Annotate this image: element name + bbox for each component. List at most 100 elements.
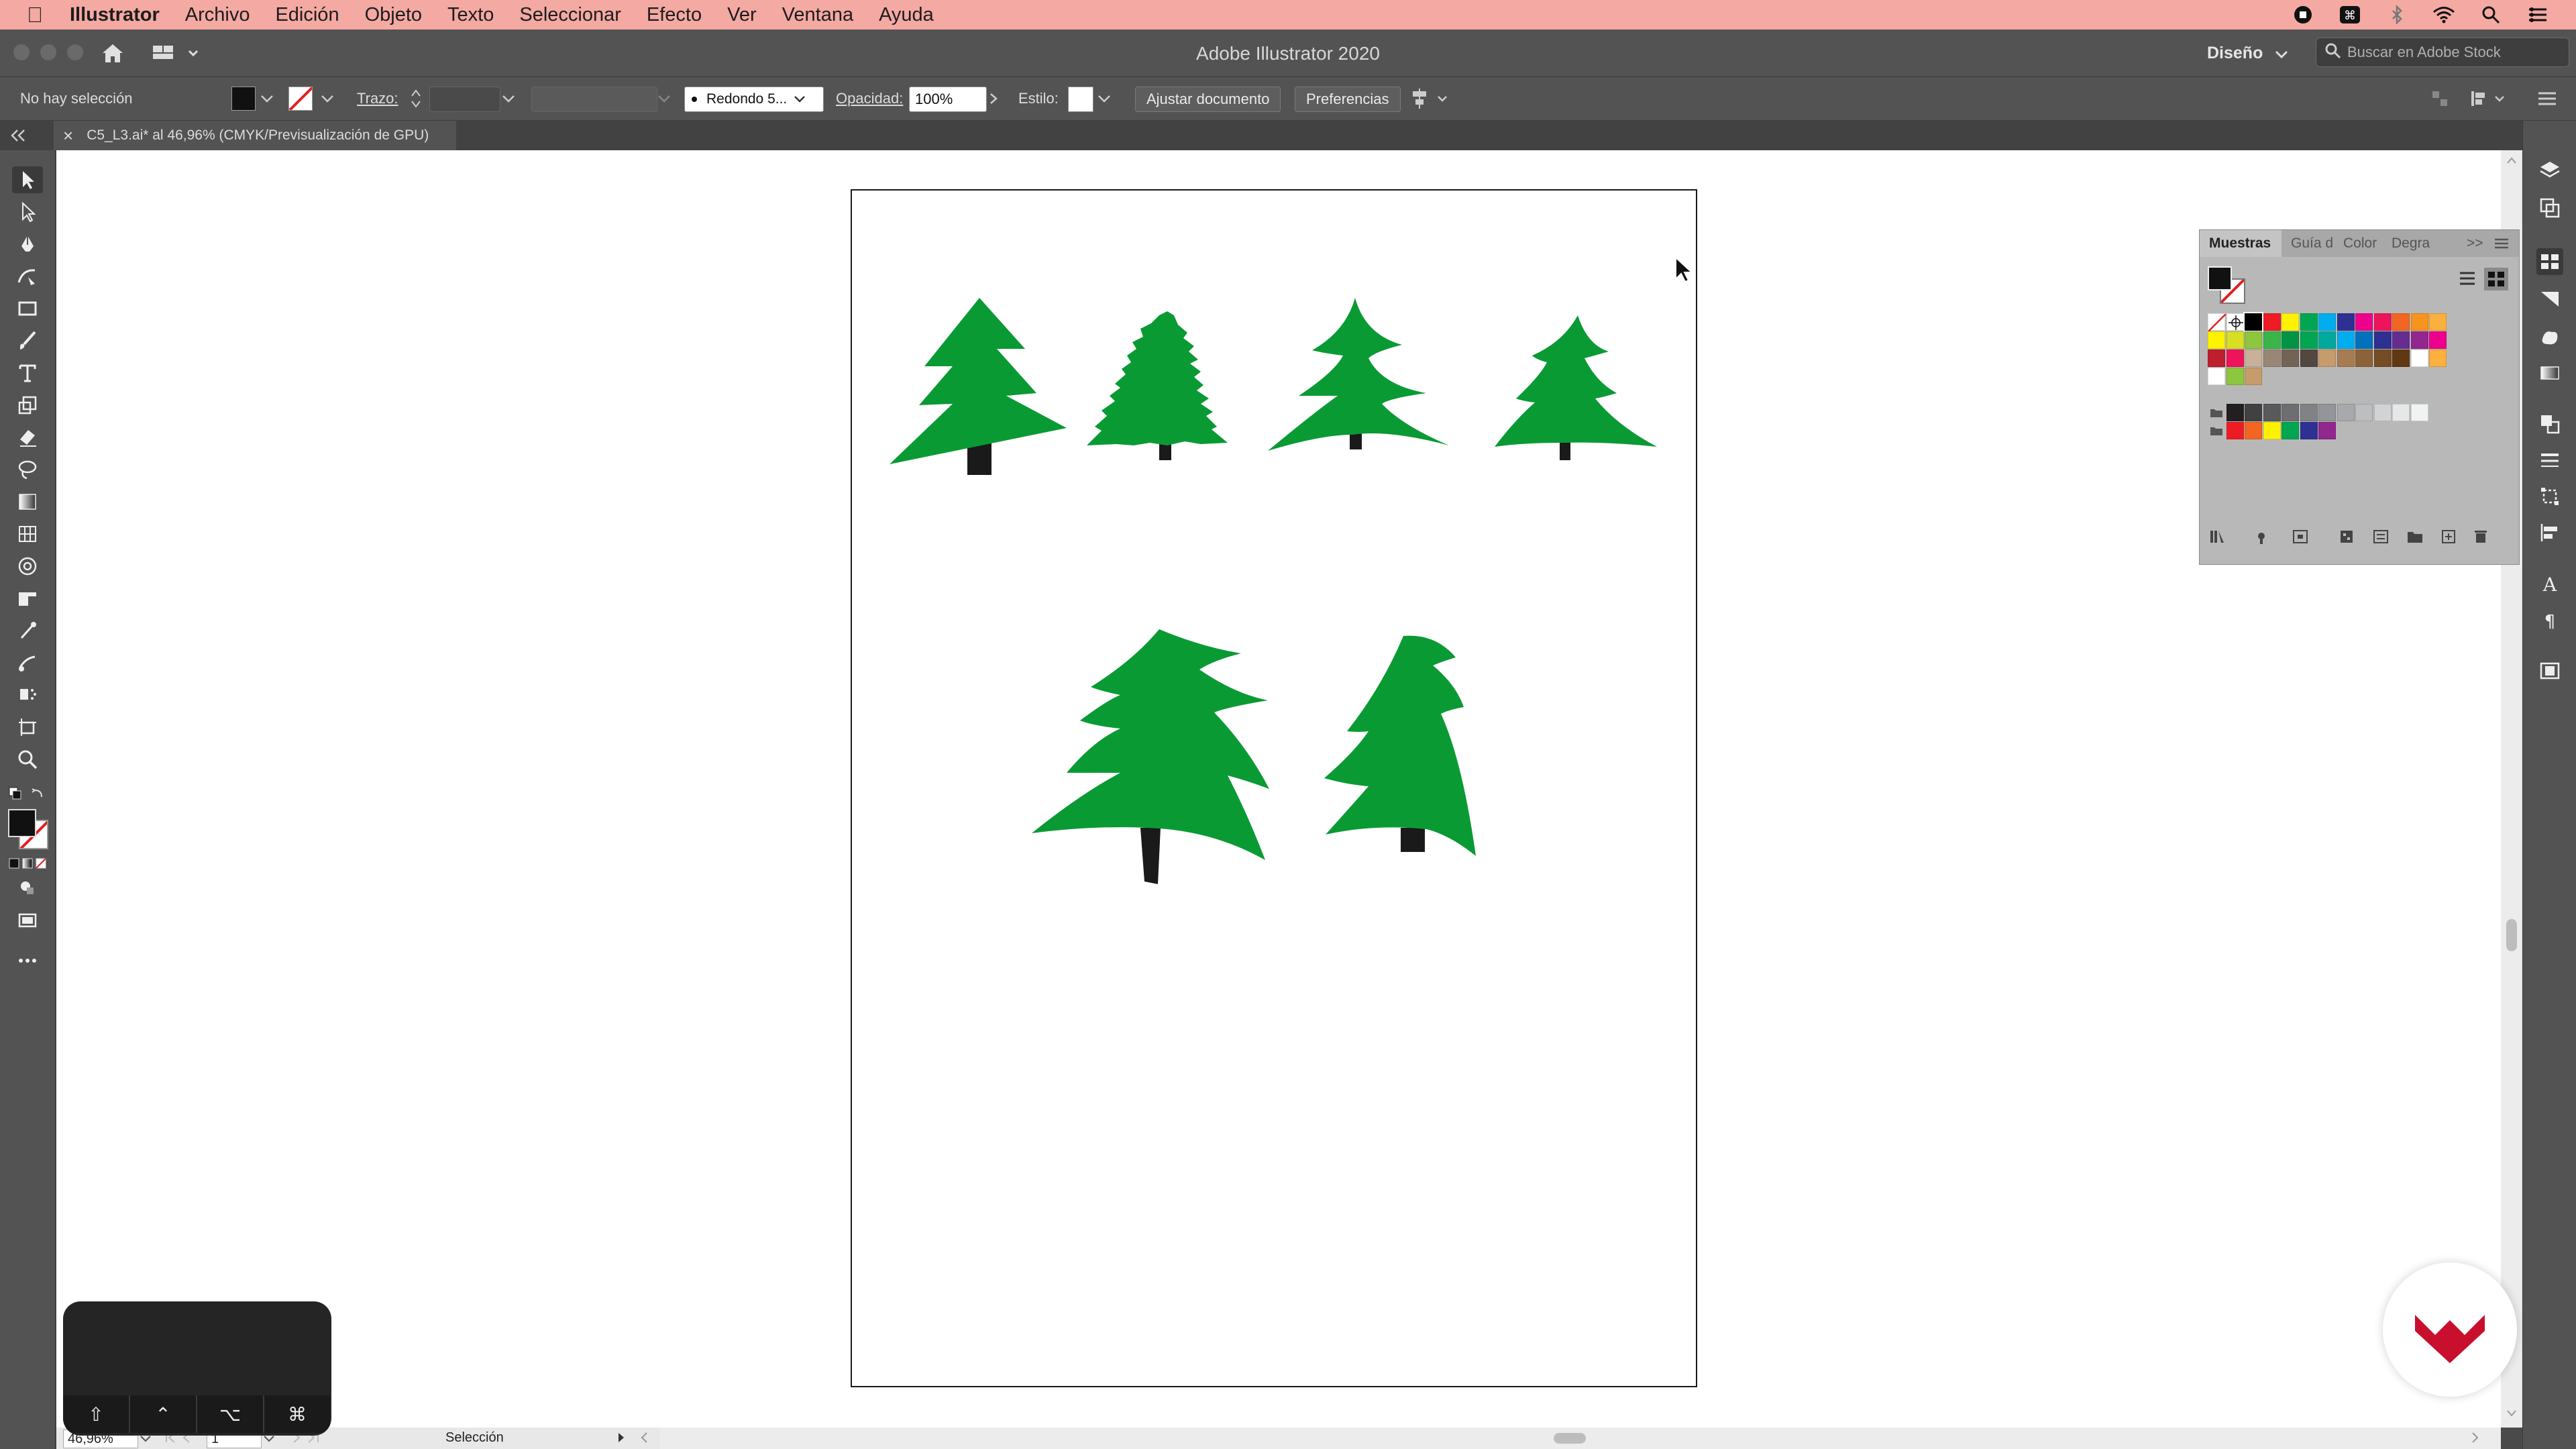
fill-color-swatch[interactable] xyxy=(231,87,256,111)
swatches-panel-icon[interactable] xyxy=(2536,248,2563,275)
vertical-scroll-thumb[interactable] xyxy=(2506,919,2517,951)
shape-builder-tool-icon[interactable] xyxy=(12,553,43,580)
type-tool-icon[interactable] xyxy=(12,360,43,386)
menu-ventana[interactable]: Ventana xyxy=(782,4,853,26)
collapse-toolbar-icon[interactable] xyxy=(7,126,34,145)
pen-tool-icon[interactable] xyxy=(12,231,43,258)
opacity-expand-icon[interactable] xyxy=(989,87,998,111)
grid-view-icon[interactable] xyxy=(2484,268,2508,290)
swatch[interactable] xyxy=(2245,331,2262,349)
panel-menu-icon[interactable] xyxy=(2493,237,2510,254)
stroke-weight-input[interactable] xyxy=(429,87,500,112)
artboard[interactable] xyxy=(851,189,1697,1387)
workspace-switcher[interactable]: Diseño xyxy=(2207,42,2288,64)
swatch[interactable] xyxy=(2410,331,2428,349)
swatch[interactable] xyxy=(2282,404,2299,421)
tree-5[interactable] xyxy=(1032,629,1269,884)
swatch[interactable] xyxy=(2208,368,2225,385)
tree-2[interactable] xyxy=(1087,311,1228,460)
artboards-panel-icon[interactable] xyxy=(2536,195,2563,221)
swatch[interactable] xyxy=(2245,422,2262,439)
scroll-right-icon[interactable] xyxy=(2471,1432,2479,1447)
more-tools-icon[interactable] xyxy=(12,947,43,974)
swatch[interactable] xyxy=(2392,350,2410,367)
menu-texto[interactable]: Texto xyxy=(447,4,494,26)
arrange-icon[interactable] xyxy=(2430,87,2450,111)
swatch[interactable] xyxy=(2300,404,2318,421)
symbol-sprayer-tool-icon[interactable] xyxy=(12,682,43,708)
swatch[interactable] xyxy=(2263,404,2281,421)
swatch[interactable] xyxy=(2263,313,2281,331)
spotlight-search-icon[interactable] xyxy=(2479,5,2502,24)
apple-icon[interactable]:  xyxy=(27,3,43,28)
stroke-panel-icon[interactable] xyxy=(2536,447,2563,474)
swatch[interactable] xyxy=(2245,368,2262,385)
menu-edicion[interactable]: Edición xyxy=(275,4,339,26)
swatch[interactable] xyxy=(2300,350,2318,367)
fill-stroke-indicator-panel[interactable] xyxy=(2206,265,2245,304)
scroll-left-icon[interactable] xyxy=(640,1432,648,1448)
swatch[interactable] xyxy=(2429,331,2447,349)
swatch[interactable] xyxy=(2373,404,2392,421)
swatch[interactable] xyxy=(2226,331,2244,349)
menu-ayuda[interactable]: Ayuda xyxy=(879,4,934,26)
control-bar-menu-icon[interactable] xyxy=(2537,87,2557,111)
swatch[interactable] xyxy=(2392,404,2410,421)
swatch[interactable] xyxy=(2245,404,2262,421)
menu-objeto[interactable]: Objeto xyxy=(365,4,422,26)
swatch[interactable] xyxy=(2355,404,2373,421)
opacity-label[interactable]: Opacidad: xyxy=(836,87,903,111)
document-tab[interactable]: × C5_L3.ai* al 46,96% (CMYK/Previsualiza… xyxy=(54,121,456,150)
swatch[interactable] xyxy=(2355,313,2373,331)
scroll-up-icon[interactable] xyxy=(2506,156,2517,168)
fill-stroke-indicator[interactable] xyxy=(7,808,48,849)
eraser-tool-icon[interactable] xyxy=(12,424,43,451)
swatch[interactable] xyxy=(2282,331,2299,349)
transform-panel-icon[interactable] xyxy=(2536,483,2563,510)
tree-3[interactable] xyxy=(1268,298,1449,451)
swatch[interactable] xyxy=(2337,350,2355,367)
control-center-icon[interactable] xyxy=(2526,5,2549,24)
style-dropdown-icon[interactable] xyxy=(1097,87,1111,111)
tab-close-icon[interactable]: × xyxy=(63,125,73,146)
stroke-weight-stepper[interactable] xyxy=(409,87,423,111)
swatch[interactable] xyxy=(2245,350,2262,367)
swatch[interactable] xyxy=(2392,331,2410,349)
selection-tool-icon[interactable] xyxy=(12,166,43,193)
menu-seleccionar[interactable]: Seleccionar xyxy=(519,4,621,26)
profile-dropdown-icon[interactable] xyxy=(657,87,671,111)
stroke-dropdown-icon[interactable] xyxy=(321,87,334,111)
swatch[interactable] xyxy=(2263,331,2281,349)
swatch[interactable] xyxy=(2337,313,2355,331)
swatch[interactable] xyxy=(2300,313,2318,331)
swatch[interactable] xyxy=(2263,422,2281,439)
fill-dropdown-icon[interactable] xyxy=(260,87,274,111)
wifi-icon[interactable] xyxy=(2432,5,2455,24)
layers-icon[interactable] xyxy=(2536,157,2563,184)
horizontal-scroll-thumb[interactable] xyxy=(1554,1433,1586,1444)
fit-document-button[interactable]: Ajustar documento xyxy=(1135,87,1281,112)
lasso-tool-icon[interactable] xyxy=(12,456,43,483)
swatch[interactable] xyxy=(2373,313,2392,331)
opacity-input[interactable]: 100% xyxy=(909,87,987,112)
swatch[interactable] xyxy=(2282,350,2299,367)
swatch[interactable] xyxy=(2429,350,2447,367)
swatch[interactable] xyxy=(2318,350,2336,367)
scroll-down-icon[interactable] xyxy=(2506,1409,2517,1421)
swatch[interactable] xyxy=(2337,404,2355,421)
eyedropper-tool-icon[interactable] xyxy=(12,617,43,644)
list-view-icon[interactable] xyxy=(2457,269,2477,292)
swatch[interactable] xyxy=(2282,422,2299,439)
swatch[interactable] xyxy=(2410,313,2428,331)
default-colors-icon[interactable] xyxy=(8,786,46,801)
swatch[interactable] xyxy=(2410,404,2428,421)
tree-6[interactable] xyxy=(1324,635,1476,856)
menu-ver[interactable]: Ver xyxy=(727,4,757,26)
swatch-registration[interactable] xyxy=(2226,313,2244,331)
command-menu-icon[interactable]: ⌘ xyxy=(2339,5,2361,24)
character-panel-icon[interactable]: A xyxy=(2536,570,2563,597)
variable-width-profile[interactable] xyxy=(531,87,657,112)
gradient-panel-icon[interactable] xyxy=(2536,360,2563,386)
swatch[interactable] xyxy=(2208,350,2225,367)
paintbrush-tool-icon[interactable] xyxy=(12,327,43,354)
